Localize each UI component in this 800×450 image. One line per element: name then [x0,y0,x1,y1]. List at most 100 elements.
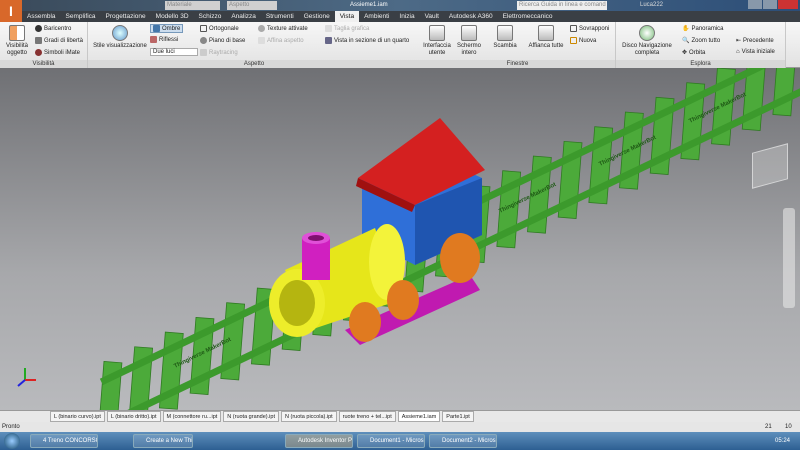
close-button[interactable] [778,0,798,9]
tile-all-button[interactable]: Affianca tutte [524,25,568,50]
tab-inizia[interactable]: Inizia [394,11,419,22]
magnifier-icon: 🔍 [682,38,690,44]
material-dropdown[interactable]: Materiale [165,1,220,10]
imate-glyphs-button[interactable]: Simboli iMate [35,49,80,56]
label: Piano di base [209,37,246,44]
boiler-opening [279,280,315,326]
taskbar-item[interactable]: Create a New Thing ... [133,434,193,448]
start-button[interactable] [4,433,20,449]
tab-elettromeccanico[interactable]: Elettromeccanico [498,11,558,22]
tab-assembla[interactable]: Assembla [22,11,61,22]
degrees-of-freedom-button[interactable]: Gradi di libertà [35,37,83,44]
cascade-icon [570,25,577,32]
3d-viewport[interactable]: Thingiverse MakerBot Thingiverse MakerBo… [0,38,800,440]
zoom-all-button[interactable]: 🔍 Zoom tutto [682,37,721,45]
tab-vista[interactable]: Vista [334,11,360,22]
label: Raytracing [209,49,238,56]
dof-icon [35,37,42,44]
appearance-dropdown[interactable]: Aspetto [227,1,277,10]
taskbar-item[interactable]: Document1 - Micros... [357,434,425,448]
object-visibility-button[interactable]: Visibilità oggetto [3,25,31,57]
label: Due luci [153,49,175,55]
ground-plane-button[interactable]: Piano di base [200,37,245,44]
occurrence-count: 21 [765,424,772,430]
label: Gradi di libertà [44,37,84,44]
panel-label: Aspetto [88,60,420,68]
maximize-button[interactable] [763,0,777,9]
textures-button[interactable]: Texture attivate [258,25,308,32]
switch-button[interactable]: Scambia [488,25,522,50]
label: Texture attivate [267,25,308,32]
fullscreen-button[interactable]: Schermo intero [454,25,484,57]
home-view-button[interactable]: ⌂ Vista iniziale [736,49,775,55]
chimney [302,238,330,280]
label: Orbita [689,49,706,56]
app-logo[interactable]: I [0,0,22,22]
quarter-section-button[interactable]: Vista in sezione di un quarto [325,37,409,44]
taskbar-item[interactable]: Document2 - Micros... [429,434,497,448]
user-account[interactable]: Luca222 [640,0,663,11]
section-cut-button[interactable]: Taglia grafica [325,25,369,32]
tab-gestione[interactable]: Gestione [299,11,335,22]
refine-appearance-button[interactable]: Affina aspetto [258,37,304,44]
hand-icon: ✋ [682,26,690,32]
pan-button[interactable]: ✋ Panoramica [682,25,724,33]
label: Zoom tutto [691,37,721,44]
taskbar-item[interactable]: Autodesk Inventor Pr... [285,434,353,448]
tab-modello-3d[interactable]: Modello 3D [151,11,194,22]
tab-progettazione[interactable]: Progettazione [101,11,151,22]
reflections-button[interactable]: Riflessi [150,36,178,43]
panel-navigate: Disco Navigazione completa ✋ Panoramica 🔍… [616,22,786,68]
new-window-icon [570,37,577,44]
tab-strumenti[interactable]: Strumenti [261,11,299,22]
steering-wheel-button[interactable]: Disco Navigazione completa [618,25,676,57]
previous-view-button[interactable]: ⇤ Precedente [736,37,774,45]
new-window-button[interactable]: Nuova [570,37,596,44]
section-icon [325,25,332,32]
panel-label: Visibilità [0,60,87,68]
tab-schizzo[interactable]: Schizzo [194,11,227,22]
ribbon-tabs: Assembla Semplifica Progettazione Modello 3… [22,11,800,22]
taskbar-item[interactable]: 4 Treno CONCORSO [30,434,98,448]
help-search-input[interactable]: Ricerca Guida in linea e comand [517,1,607,10]
panel-label: Esplora [616,60,785,68]
document-tab[interactable]: ruote treno + tel...ipt [338,411,396,422]
lighting-dropdown[interactable]: Due luci [150,48,198,56]
reflections-icon [150,36,157,43]
status-text: Pronto [2,424,20,430]
user-interface-button[interactable]: Interfaccia utente [422,25,452,57]
label: Ortogonale [209,25,239,32]
tab-autodesk-a360[interactable]: Autodesk A360 [444,11,498,22]
ribbon: Visibilità oggetto Baricentro Gradi di l… [0,22,800,68]
document-title: Assieme1.iam [350,2,388,8]
navigation-bar[interactable] [783,208,795,308]
document-tab[interactable]: N (ruota grande).ipt [223,411,279,422]
tab-ambienti[interactable]: Ambienti [359,11,394,22]
shadows-button[interactable]: Ombre [150,24,184,33]
minimize-button[interactable] [748,0,762,9]
orthographic-button[interactable]: Ortogonale [200,25,239,32]
tab-semplifica[interactable]: Semplifica [61,11,101,22]
refine-icon [258,37,265,44]
document-tab[interactable]: N (ruota piccola).ipt [280,411,337,422]
cascade-button[interactable]: Sovrapponi [570,25,609,32]
label: Riflessi [159,36,179,43]
tab-analizza[interactable]: Analizza [226,11,261,22]
taskbar: 4 Treno CONCORSO Create a New Thing ... … [0,432,800,450]
document-count: 10 [785,424,792,430]
document-tab[interactable]: M (connettore ru...ipt [162,411,222,422]
raytracing-button[interactable]: Raytracing [200,49,238,56]
label: Affianca tutte [528,43,564,49]
visual-style-button[interactable]: Stile visualizzazione [92,25,148,50]
label: Schermo intero [456,43,481,56]
tab-vault[interactable]: Vault [420,11,444,22]
center-of-gravity-button[interactable]: Baricentro [35,25,71,32]
document-tab[interactable]: L (binario dritto).ipt [106,411,161,422]
document-tab[interactable]: Assieme1.iam [397,411,441,422]
document-tab[interactable]: L (binario curvo).ipt [50,411,105,422]
orbit-button[interactable]: ✥ Orbita [682,49,706,57]
track-sleeper [97,360,123,440]
document-tabs: L (binario curvo).ipt L (binario dritto).… [0,410,800,422]
document-tab[interactable]: Parte1.ipt [442,411,474,422]
title-bar: Materiale Aspetto Assieme1.iam Ricerca G… [0,0,800,11]
